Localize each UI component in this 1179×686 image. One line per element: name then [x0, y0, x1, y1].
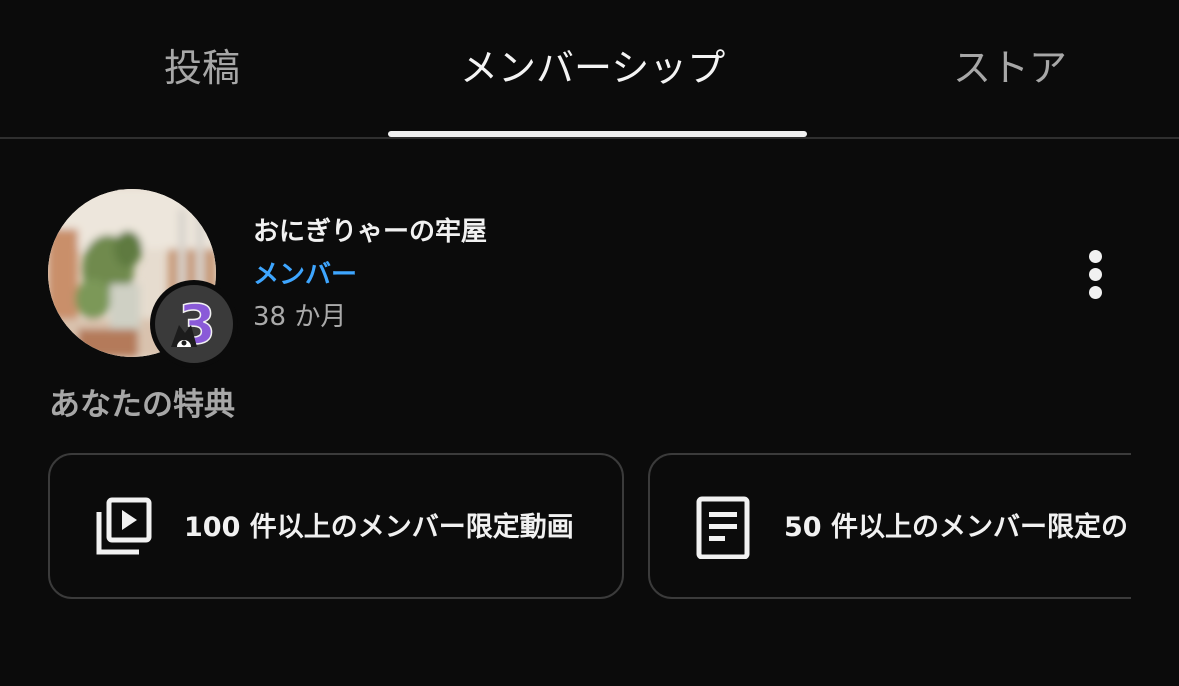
perk-label: 100 件以上のメンバー限定動画 — [184, 512, 574, 543]
tab-posts[interactable]: 投稿 — [164, 44, 240, 92]
membership-duration: 38 か月 — [253, 302, 347, 332]
channel-tabs: 投稿 メンバーシップ ストア — [0, 0, 1179, 139]
document-icon — [691, 495, 755, 560]
video-library-icon — [91, 495, 155, 559]
perk-card-posts[interactable]: 50 件以上のメンバー限定の — [648, 453, 1131, 599]
perk-label: 50 件以上のメンバー限定の — [784, 512, 1128, 543]
tabs-divider — [0, 137, 1179, 139]
perks-carousel[interactable]: 100 件以上のメンバー限定動画 50 件以上のメンバー限定の — [0, 450, 1131, 610]
channel-name: おにぎりゃーの牢屋 — [253, 217, 488, 247]
perk-card-videos[interactable]: 100 件以上のメンバー限定動画 — [48, 453, 624, 599]
loyalty-badge-icon: 3 — [171, 292, 217, 357]
tab-store[interactable]: ストア — [953, 44, 1067, 92]
perks-heading: あなたの特典 — [49, 387, 235, 423]
membership-status: メンバー — [253, 260, 358, 290]
membership-badge: 3 — [150, 280, 238, 368]
tab-membership[interactable]: メンバーシップ — [460, 44, 725, 92]
more-options-button[interactable] — [1070, 240, 1120, 306]
